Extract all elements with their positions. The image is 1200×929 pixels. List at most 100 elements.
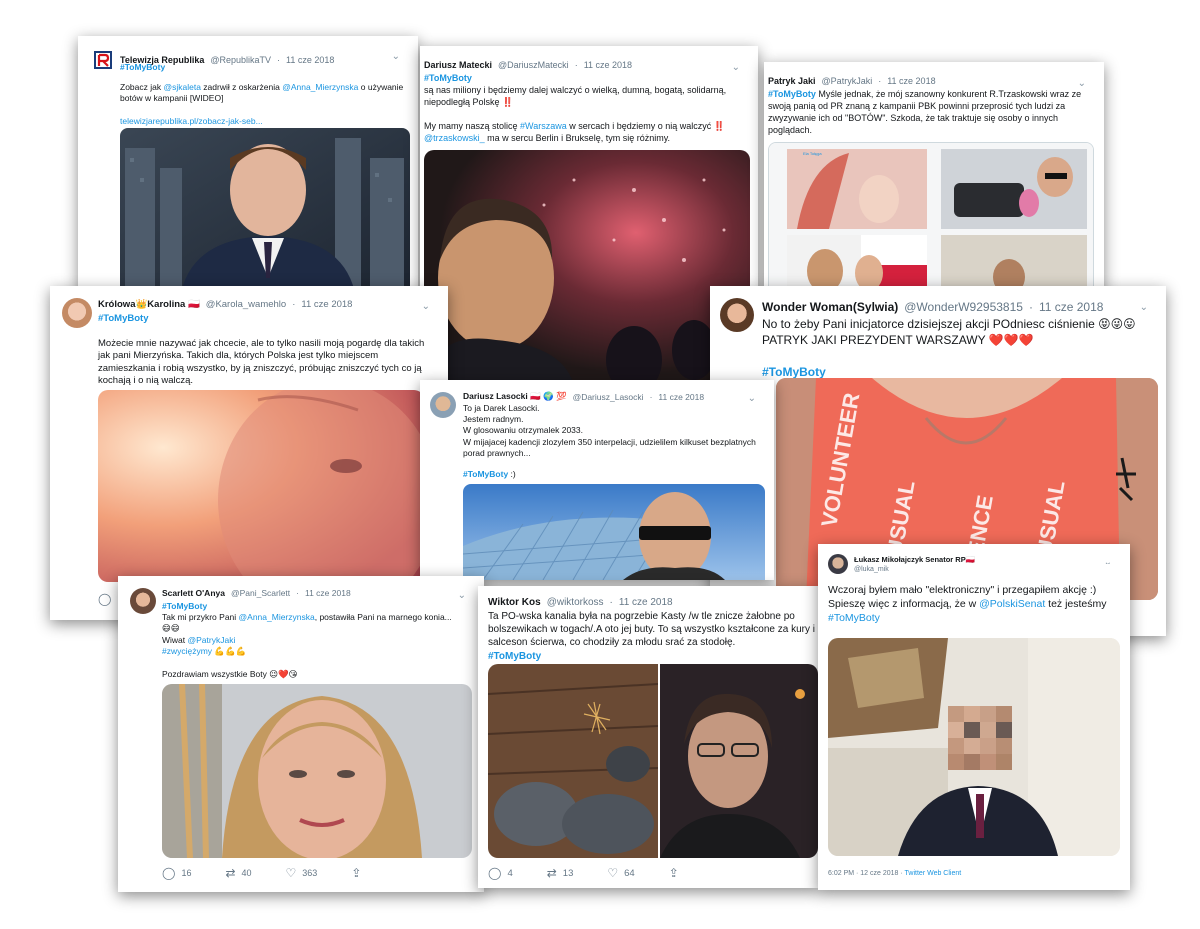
reply-button[interactable]: ◯ 4 [488,866,513,880]
author-handle[interactable]: @Karola_wamehlo [206,299,286,310]
mention-link[interactable]: @Anna_Mierzynska [239,612,315,622]
hashtag-link[interactable]: #ToMyBoty [120,62,165,72]
tweet-date[interactable]: 11 cze 2018 [887,76,935,86]
tweet-photo-collage[interactable]: Ela Tołęga [768,142,1094,294]
retweet-button[interactable]: ⇄ 40 [225,866,251,880]
tweet-header: Dariusz Matecki @DariuszMatecki · 11 cze… [424,60,748,70]
avatar[interactable] [62,298,92,328]
hashtag-link[interactable]: #zwyciężymy [162,646,212,656]
hashtag-link[interactable]: #ToMyBoty [162,601,207,611]
tweet-date[interactable]: 11 cze 2018 [301,299,352,310]
tweet-text: Zobacz jak @sjkaleta zadrwił z oskarżeni… [120,82,404,104]
avatar[interactable] [720,298,754,332]
retweet-icon: ⇄ [225,866,236,880]
tweet-timestamp[interactable]: 6:02 PM · 12 cze 2018 · [828,870,905,877]
author-name[interactable]: Scarlett O'Anya [162,588,225,598]
article-link[interactable]: telewizjarepublika.pl/zobacz-jak-seb... [120,116,263,126]
tweet-photo-selfie-fireworks[interactable] [424,150,750,386]
tweet-photo-portrait[interactable] [660,664,818,858]
tweet-header: Wiktor Kos @wiktorkoss · 11 cze 2018 [488,597,673,608]
reply-icon: ◯ [488,866,502,880]
avatar[interactable] [430,392,456,418]
author-handle[interactable]: @Pani_Scarlett [231,588,290,598]
tweet-header: Dariusz Lasocki 🇵🇱 🌍 💯 @Dariusz_Lasocki … [463,391,756,402]
mention-link[interactable]: @sjkaleta [163,82,200,92]
like-button[interactable]: ♡ 363 [286,866,318,880]
like-button[interactable]: ♡ 64 [607,866,634,880]
author-name[interactable]: Wiktor Kos [488,597,541,608]
tweet-date[interactable]: 11 cze 2018 [1039,300,1104,314]
tweet-card-republika: Telewizja Republika @RepublikaTV · 11 cz… [78,36,418,298]
tweet-photo-selfie[interactable] [463,484,765,580]
author-name[interactable]: Dariusz Lasocki 🇵🇱 🌍 💯 [463,391,567,402]
tweet-video-thumbnail[interactable] [120,128,410,298]
tweet-card-mikolajczyk: Łukasz Mikołajczyk Senator RP🇵🇱 ⌄ @luka_… [818,544,1130,890]
hashtag-link[interactable]: #ToMyBoty [768,89,816,99]
chevron-down-icon[interactable]: ⌄ [732,62,740,70]
chevron-down-icon[interactable]: ⌄ [748,393,756,402]
tweet-photo-selfie[interactable] [162,684,472,858]
tweet-date[interactable]: 11 cze 2018 [584,60,632,70]
chevron-down-icon[interactable]: ⌄ [1078,78,1086,86]
retweet-count: 40 [241,868,252,878]
mention-link[interactable]: @Anna_Mierzynska [282,82,358,92]
author-name[interactable]: Dariusz Matecki [424,60,492,70]
tweet-photo-selfie[interactable] [98,390,424,582]
hashtag-link[interactable]: #ToMyBoty [424,73,472,83]
tweet-header: Scarlett O'Anya @Pani_Scarlett · 11 cze … [162,588,474,598]
tweet-date[interactable]: 11 cze 2018 [619,597,673,608]
share-icon: ⇪ [668,866,679,880]
tweet-text: Wczoraj byłem mało "elektroniczny" i prz… [828,584,1107,610]
reply-icon: ◯ [162,866,176,880]
author-handle[interactable]: @PatrykJaki [822,76,873,86]
chevron-down-icon[interactable]: ⌄ [422,301,430,310]
retweet-button[interactable]: ⇄ 13 [547,866,574,880]
client-link[interactable]: Twitter Web Client [905,870,962,877]
hashtag-link[interactable]: #ToMyBoty [98,313,149,324]
author-handle[interactable]: @luka_mik [854,566,889,573]
mention-link[interactable]: @PolskiSenat [979,598,1045,610]
tweet-card-scarlett: Scarlett O'Anya @Pani_Scarlett · 11 cze … [118,576,484,892]
retweet-icon: ⇄ [546,866,557,880]
hashtag-link[interactable]: #Warszawa [520,121,567,131]
tweet-date[interactable]: 11 cze 2018 [658,392,704,402]
hashtag-link[interactable]: #ToMyBoty [762,365,826,379]
republika-logo-icon[interactable] [92,49,114,71]
author-name[interactable]: Królowa👑Karolina 🇵🇱 [98,299,200,310]
heart-icon: ♡ [607,866,619,880]
reply-button[interactable]: ◯ 16 [162,866,191,880]
author-handle[interactable]: @DariuszMatecki [498,60,569,70]
tweet-actions: ◯ 4 ⇄ 13 ♡ 64 ⇪ [488,866,713,880]
like-count: 363 [302,868,318,878]
author-name[interactable]: Wonder Woman(Sylwia) [762,300,898,314]
avatar[interactable] [130,588,156,614]
mention-link[interactable]: @trzaskowski_ [424,133,485,143]
mention-link[interactable]: @PatrykJaki [188,635,236,645]
tweet-card-kos: Wiktor Kos @wiktorkoss · 11 cze 2018 Ta … [478,586,818,888]
avatar[interactable] [828,554,848,574]
tweet-actions: ◯ 16 ⇄ 40 ♡ 363 ⇪ [162,866,395,880]
chevron-down-icon[interactable]: ⌄ [1140,302,1148,313]
tweet-card-lasocki: Dariusz Lasocki 🇵🇱 🌍 💯 @Dariusz_Lasocki … [420,380,774,580]
tweet-text: No to żeby Pani inicjatorce dzisiejszej … [762,317,1136,347]
chevron-down-icon[interactable]: ⌄ [458,590,466,598]
share-button[interactable]: ⇪ [351,866,361,880]
chevron-down-icon[interactable]: ⌄ [1104,557,1112,564]
author-name[interactable]: Patryk Jaki [768,76,816,86]
tweet-card-jaki: Patryk Jaki @PatrykJaki · 11 cze 2018 ⌄ … [764,62,1104,294]
author-handle[interactable]: @Dariusz_Lasocki [573,392,644,402]
tweet-photo-pixelated[interactable] [828,638,1120,856]
chevron-down-icon[interactable]: ⌄ [392,51,400,62]
author-handle[interactable]: @WonderW92953815 [904,300,1023,314]
tweet-date[interactable]: 11 cze 2018 [305,588,351,598]
heart-icon: ♡ [285,866,297,880]
hashtag-link[interactable]: #ToMyBoty [488,651,541,662]
hashtag-link[interactable]: #ToMyBoty [463,469,508,479]
tweet-header: Wonder Woman(Sylwia) @WonderW92953815 · … [762,300,1148,314]
author-name[interactable]: Łukasz Mikołajczyk Senator RP🇵🇱 [854,555,975,564]
tweet-photo-shoes[interactable] [488,664,658,858]
share-button[interactable]: ⇪ [669,866,679,880]
tweet-text: To ja Darek Lasocki. Jestem radnym. W gl… [463,403,756,458]
author-handle[interactable]: @wiktorkoss [547,597,604,608]
hashtag-link[interactable]: #ToMyBoty [828,612,880,624]
